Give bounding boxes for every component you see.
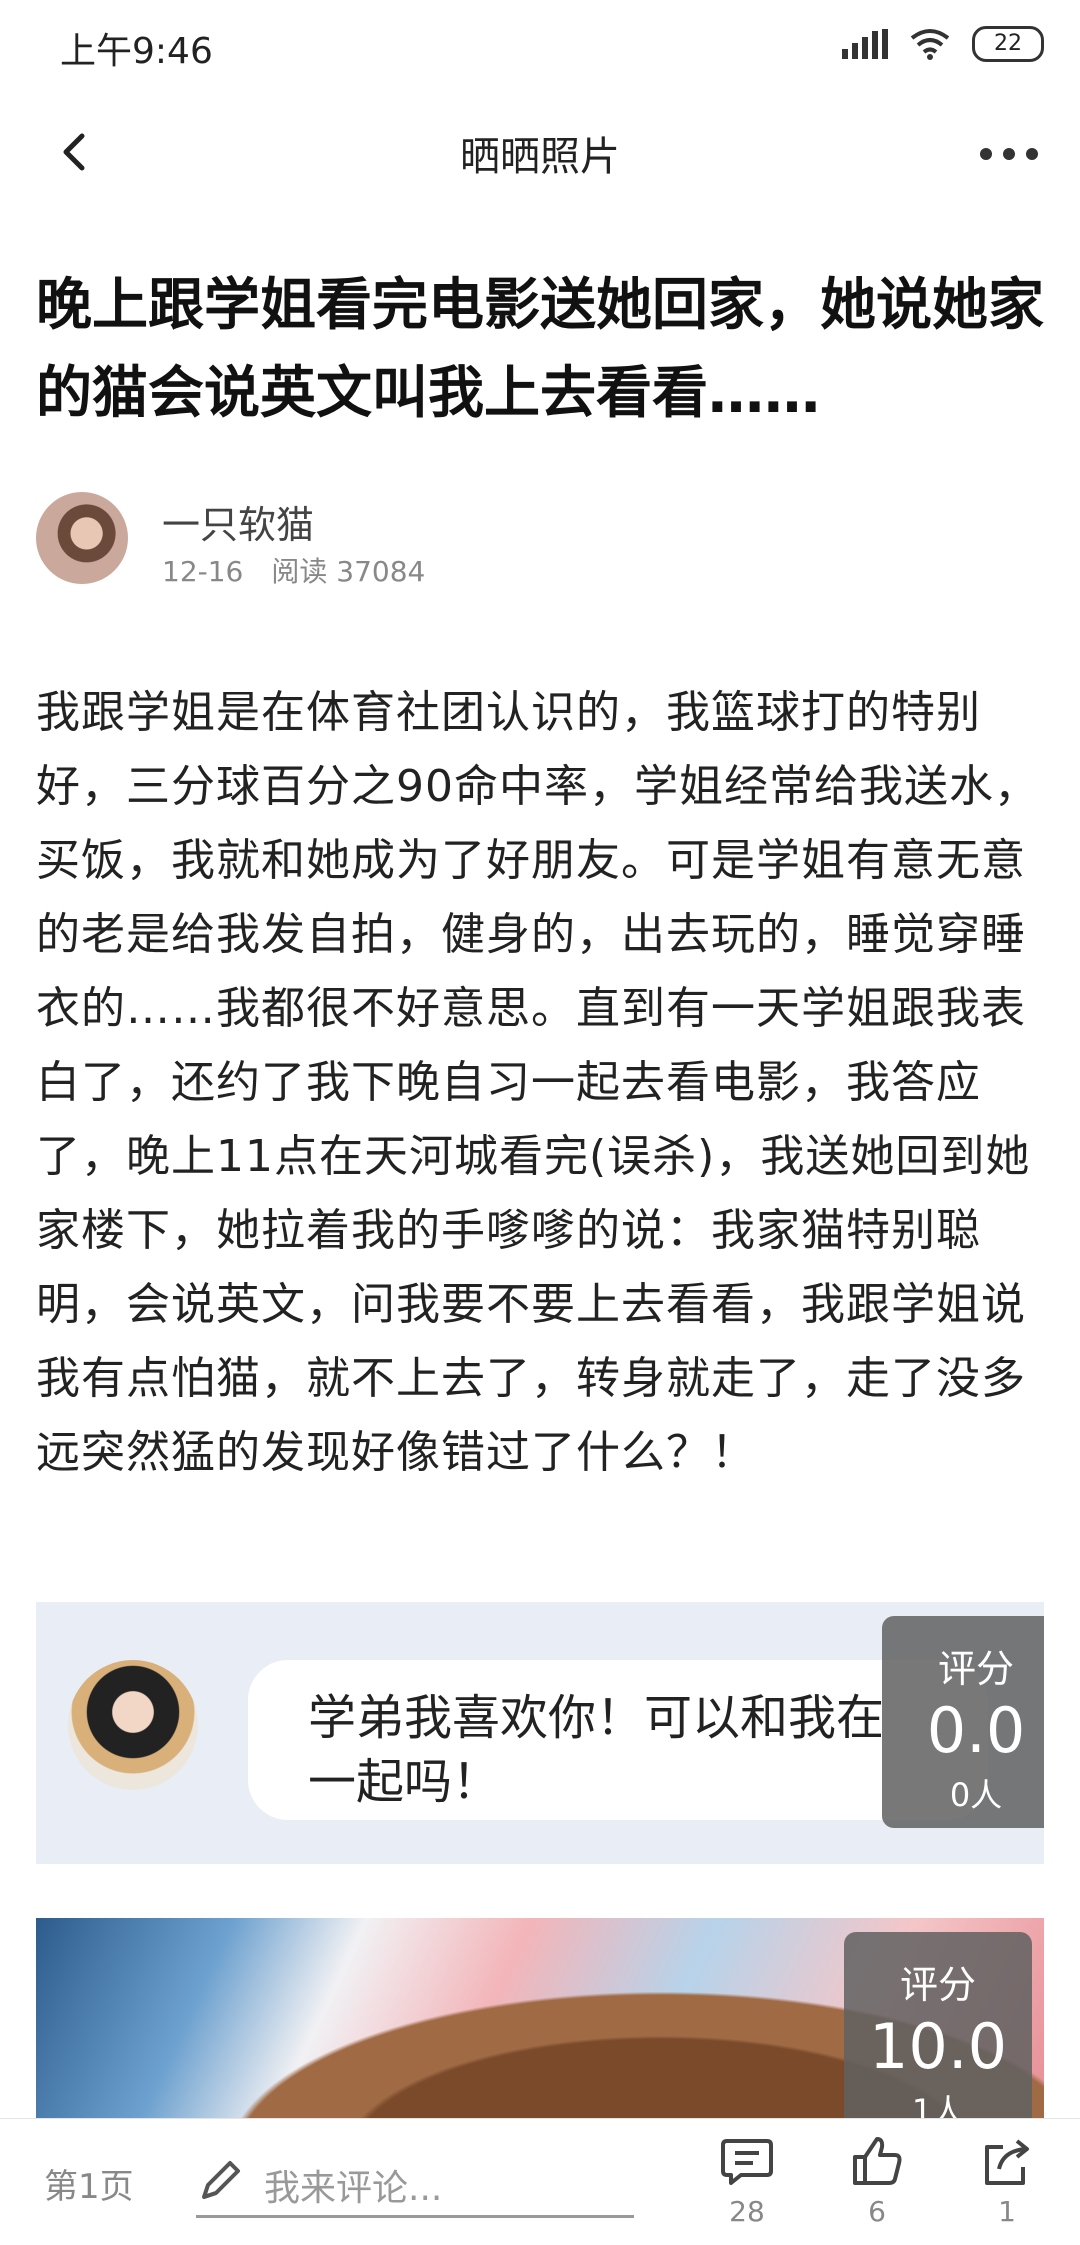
comment-icon bbox=[721, 2139, 773, 2185]
chat-bubble: 学弟我喜欢你！可以和我在一起吗！ bbox=[248, 1660, 988, 1820]
chat-text: 学弟我喜欢你！可以和我在一起吗！ bbox=[308, 1690, 885, 1810]
article-title: 晚上跟学姐看完电影送她回家，她说她家的猫会说英文叫我上去看看…… bbox=[36, 273, 1044, 426]
comment-button[interactable]: 28 bbox=[702, 2133, 792, 2228]
nav-bar: 晒晒照片 bbox=[0, 100, 1080, 210]
author-meta: 12-16 阅读 37084 bbox=[162, 550, 425, 590]
score-count: 1人 bbox=[911, 2092, 965, 2118]
thumbs-up-icon bbox=[853, 2137, 902, 2185]
author-avatar[interactable] bbox=[36, 492, 128, 584]
like-count: 6 bbox=[868, 2195, 886, 2228]
share-count: 1 bbox=[998, 2195, 1016, 2228]
score-label: 评分 bbox=[899, 1963, 976, 2007]
like-button[interactable]: 6 bbox=[832, 2133, 922, 2228]
page-title: 晒晒照片 bbox=[460, 134, 620, 180]
share-button[interactable]: 1 bbox=[962, 2133, 1052, 2228]
author-info: 一只软猫 12-16 阅读 37084 bbox=[36, 492, 1036, 588]
score-badge[interactable]: 评分 0.0 0人 bbox=[882, 1616, 1044, 1828]
author-name[interactable]: 一只软猫 bbox=[162, 494, 314, 549]
more-button[interactable] bbox=[974, 134, 1044, 174]
share-icon bbox=[985, 2139, 1029, 2185]
signal-icon bbox=[842, 29, 888, 59]
page-indicator[interactable]: 第1页 bbox=[44, 2159, 134, 2208]
chat-avatar bbox=[68, 1660, 198, 1790]
comment-placeholder: 我来评论... bbox=[264, 2168, 443, 2209]
score-badge[interactable]: 评分 10.0 1人 bbox=[844, 1932, 1032, 2118]
more-dots-icon bbox=[980, 148, 1038, 160]
score-count: 0人 bbox=[949, 1776, 1003, 1814]
status-time: 上午9:46 bbox=[60, 31, 213, 72]
status-icons: 22 bbox=[842, 26, 1044, 62]
post-date: 12-16 bbox=[162, 555, 244, 588]
comment-input[interactable]: 我来评论... bbox=[196, 2143, 634, 2218]
comment-count: 28 bbox=[729, 2195, 765, 2228]
article-image[interactable]: 学弟我喜欢你！可以和我在一起吗！ 评分 0.0 0人 bbox=[36, 1602, 1044, 1864]
article-image[interactable]: 评分 10.0 1人 bbox=[36, 1918, 1044, 2118]
score-value: 10.0 bbox=[868, 2010, 1008, 2083]
wifi-icon bbox=[910, 29, 950, 60]
status-bar: 上午9:46 22 bbox=[0, 0, 1080, 96]
battery-icon: 22 bbox=[972, 26, 1044, 62]
article-body: 我跟学姐是在体育社团认识的，我篮球打的特别好，三分球百分之90命中率，学姐经常给… bbox=[36, 687, 1039, 1478]
read-count: 阅读 37084 bbox=[271, 555, 426, 588]
bottom-bar: 第1页 我来评论... 28 6 1 bbox=[0, 2118, 1080, 2245]
score-value: 0.0 bbox=[926, 1694, 1026, 1767]
pencil-icon bbox=[202, 2161, 240, 2199]
score-label: 评分 bbox=[937, 1647, 1014, 1691]
